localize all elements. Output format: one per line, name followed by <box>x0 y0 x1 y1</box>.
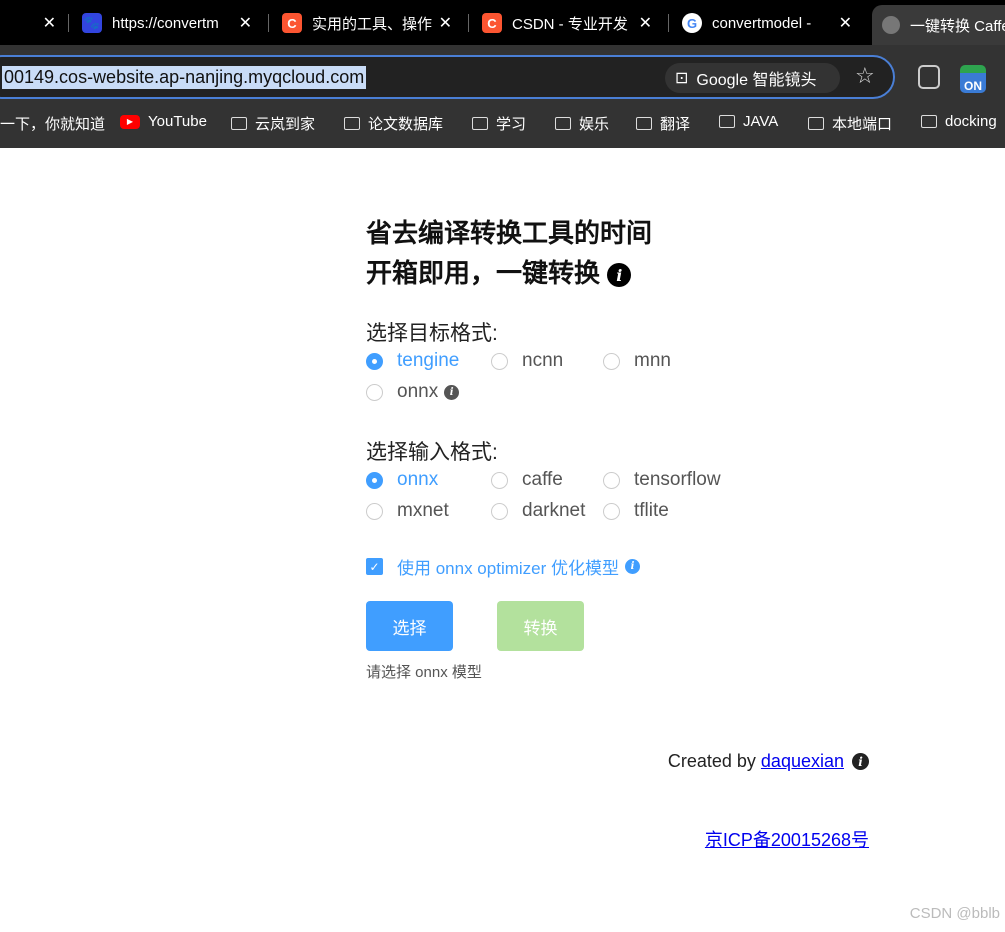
folder-icon <box>636 117 652 130</box>
convert-button[interactable]: 转换 <box>497 601 584 651</box>
bookmark-folder[interactable]: 娱乐 <box>555 113 609 134</box>
reader-extension-icon[interactable] <box>918 65 940 89</box>
browser-toolbar: 00149.cos-website.ap-nanjing.myqcloud.co… <box>0 45 1005 148</box>
radio-target-onnx[interactable]: onnx i <box>366 381 460 403</box>
address-bar[interactable]: 00149.cos-website.ap-nanjing.myqcloud.co… <box>0 55 895 99</box>
input-format-label: 选择输入格式: <box>366 441 498 464</box>
select-button[interactable]: 选择 <box>366 601 453 651</box>
tab[interactable]: Gconvertmodel - ✕ <box>682 8 852 38</box>
radio-target-tengine[interactable]: tengine <box>366 350 459 372</box>
tab[interactable]: C CSDN - 专业开发 ✕ <box>482 8 652 38</box>
folder-icon <box>231 117 247 130</box>
bookmark-folder[interactable]: JAVA <box>719 113 778 130</box>
active-tab[interactable]: 一键转换 Caffe <box>872 5 1005 45</box>
folder-icon <box>344 117 360 130</box>
folder-icon <box>719 115 735 128</box>
bookmark-folder[interactable]: 论文数据库 <box>344 113 443 134</box>
target-format-label: 选择目标格式: <box>366 322 498 345</box>
close-icon[interactable]: ✕ <box>632 13 652 33</box>
extension-on-icon[interactable]: ON <box>960 65 986 93</box>
watermark: CSDN @bblb <box>909 905 1000 922</box>
star-icon[interactable]: ☆ <box>855 63 875 89</box>
google-icon: G <box>682 13 702 33</box>
bookmark-folder[interactable]: 云岚到家 <box>231 113 315 134</box>
tab[interactable]: 🐾 https://convertm ✕ <box>82 8 252 38</box>
csdn-icon: C <box>482 13 502 33</box>
bookmark-youtube[interactable]: ▶ YouTube <box>120 113 207 130</box>
bookmark-folder[interactable]: 本地端口 <box>808 113 892 134</box>
csdn-icon: C <box>282 13 302 33</box>
page-title-line1: 省去编译转换工具的时间 <box>366 218 653 248</box>
close-icon[interactable]: ✕ <box>432 13 452 33</box>
folder-icon <box>921 115 937 128</box>
radio-input-caffe[interactable]: caffe <box>491 469 563 491</box>
bookmark[interactable]: 一下，你就知道 <box>0 113 105 134</box>
checkbox-checked-icon: ✓ <box>366 558 383 575</box>
radio-input-onnx[interactable]: onnx <box>366 469 438 491</box>
baidu-icon: 🐾 <box>82 13 102 33</box>
bookmark-folder[interactable]: 学习 <box>472 113 526 134</box>
google-lens-button[interactable]: ⊡ Google 智能镜头 <box>665 63 840 93</box>
radio-input-mxnet[interactable]: mxnet <box>366 500 449 522</box>
radio-target-mnn[interactable]: mnn <box>603 350 671 372</box>
info-icon[interactable]: i <box>625 559 640 574</box>
credits: Created by daquexian i <box>668 751 869 772</box>
info-icon[interactable]: i <box>607 263 632 288</box>
hint-text: 请选择 onnx 模型 <box>366 664 482 681</box>
optimizer-checkbox[interactable]: ✓ 使用 onnx optimizer 优化模型 i <box>366 554 640 579</box>
lens-icon: ⊡ <box>675 70 689 87</box>
author-link[interactable]: daquexian <box>761 751 844 772</box>
folder-icon <box>808 117 824 130</box>
bookmark-folder[interactable]: 翻译 <box>636 113 690 134</box>
radio-input-tensorflow[interactable]: tensorflow <box>603 469 721 491</box>
tab-close-button[interactable]: ✕ <box>36 8 56 38</box>
radio-input-darknet[interactable]: darknet <box>491 500 585 522</box>
info-icon[interactable]: i <box>444 384 460 400</box>
radio-input-tflite[interactable]: tflite <box>603 500 669 522</box>
bookmark-folder[interactable]: docking <box>921 113 997 130</box>
folder-icon <box>555 117 571 130</box>
radio-target-ncnn[interactable]: ncnn <box>491 350 563 372</box>
url-text[interactable]: 00149.cos-website.ap-nanjing.myqcloud.co… <box>2 66 367 89</box>
page-title-line2: 开箱即用，一键转换 i <box>366 253 632 290</box>
info-icon[interactable]: i <box>852 753 869 770</box>
close-icon[interactable]: ✕ <box>832 13 852 33</box>
globe-icon <box>882 16 900 34</box>
icp-link[interactable]: 京ICP备20015268号 <box>705 826 869 852</box>
youtube-icon: ▶ <box>120 114 140 129</box>
close-icon[interactable]: ✕ <box>232 13 252 33</box>
tab[interactable]: C 实用的工具、操作 ✕ <box>282 8 452 38</box>
folder-icon <box>472 117 488 130</box>
tab-bar: ✕ 🐾 https://convertm ✕ C 实用的工具、操作 ✕ C CSDN - … <box>0 0 1005 45</box>
